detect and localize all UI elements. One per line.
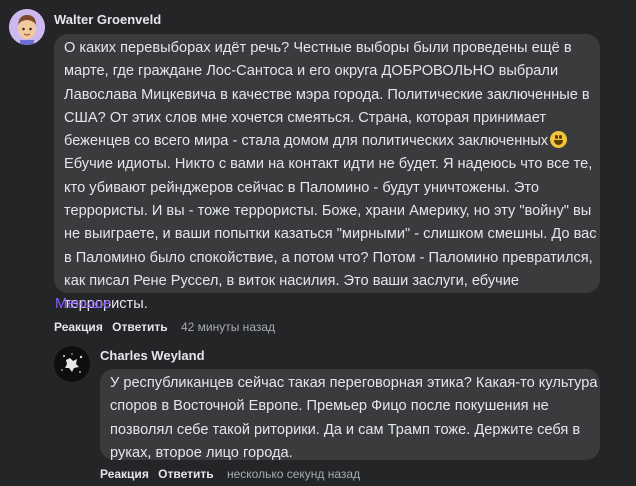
avatar[interactable] [9, 9, 45, 45]
comment-line: У республиканцев сейчас такая переговорн… [110, 375, 598, 391]
grinning-face-emoji-icon [550, 131, 568, 149]
comment-line: марте, где граждане Лос-Сантоса и его ок… [64, 63, 559, 80]
ink-splatter-avatar-icon [54, 346, 90, 382]
comment-line: Лавослава Мицкевича в качестве мэра горо… [64, 86, 590, 103]
comment-actions: Реакция Ответить несколько секунд назад [100, 467, 360, 481]
comment-line: террористы. И вы - тоже террористы. Боже… [64, 203, 592, 220]
show-less-link[interactable]: Меньше [55, 296, 111, 312]
avatar[interactable] [54, 346, 90, 382]
comment-bubble: У республиканцев сейчас такая переговорн… [100, 369, 600, 461]
comment-line: кто убивают рейнджеров сейчас в Паломино… [64, 179, 539, 196]
reaction-button[interactable]: Реакция [54, 320, 103, 334]
reaction-button[interactable]: Реакция [100, 467, 149, 481]
comment-bubble: О каких перевыборах идёт речь? Честные в… [54, 34, 600, 312]
reply-button[interactable]: Ответить [112, 320, 167, 334]
memoji-avatar-icon [9, 9, 45, 45]
comment-line: позволял себе такой риторики. Да и сам Т… [110, 421, 581, 438]
comment-line: США? От этих слов мне хочется смеяться. … [64, 109, 547, 126]
comment-line: как писал Рене Руссел, в виток насилия. … [64, 272, 520, 313]
comment-timestamp[interactable]: 42 минуты назад [181, 320, 275, 334]
comment-line: Ебучие идиоты. Никто с вами на контакт и… [64, 156, 593, 173]
comment-line-text: беженцев со всего мира - стала домом для… [64, 133, 549, 150]
comment-actions: Реакция Ответить 42 минуты назад [54, 320, 275, 334]
comment-line: руках, второе лицо города. [110, 444, 293, 461]
comment-line: в Паломино было спокойствие, а потом что… [64, 249, 593, 266]
comment-line: беженцев со всего мира - стала домом для… [64, 130, 600, 153]
comment-line: О каких перевыборах идёт речь? Честные в… [64, 40, 572, 56]
comment-line: не выиграете, и ваши попытки казаться "м… [64, 226, 597, 243]
comment-timestamp[interactable]: несколько секунд назад [227, 467, 360, 481]
comment-author[interactable]: Charles Weyland [100, 348, 205, 363]
reply-button[interactable]: Ответить [158, 467, 213, 481]
comment-line: споров в Восточной Европе. Премьер Фицо … [110, 398, 549, 415]
comment-author[interactable]: Walter Groenveld [54, 12, 161, 27]
